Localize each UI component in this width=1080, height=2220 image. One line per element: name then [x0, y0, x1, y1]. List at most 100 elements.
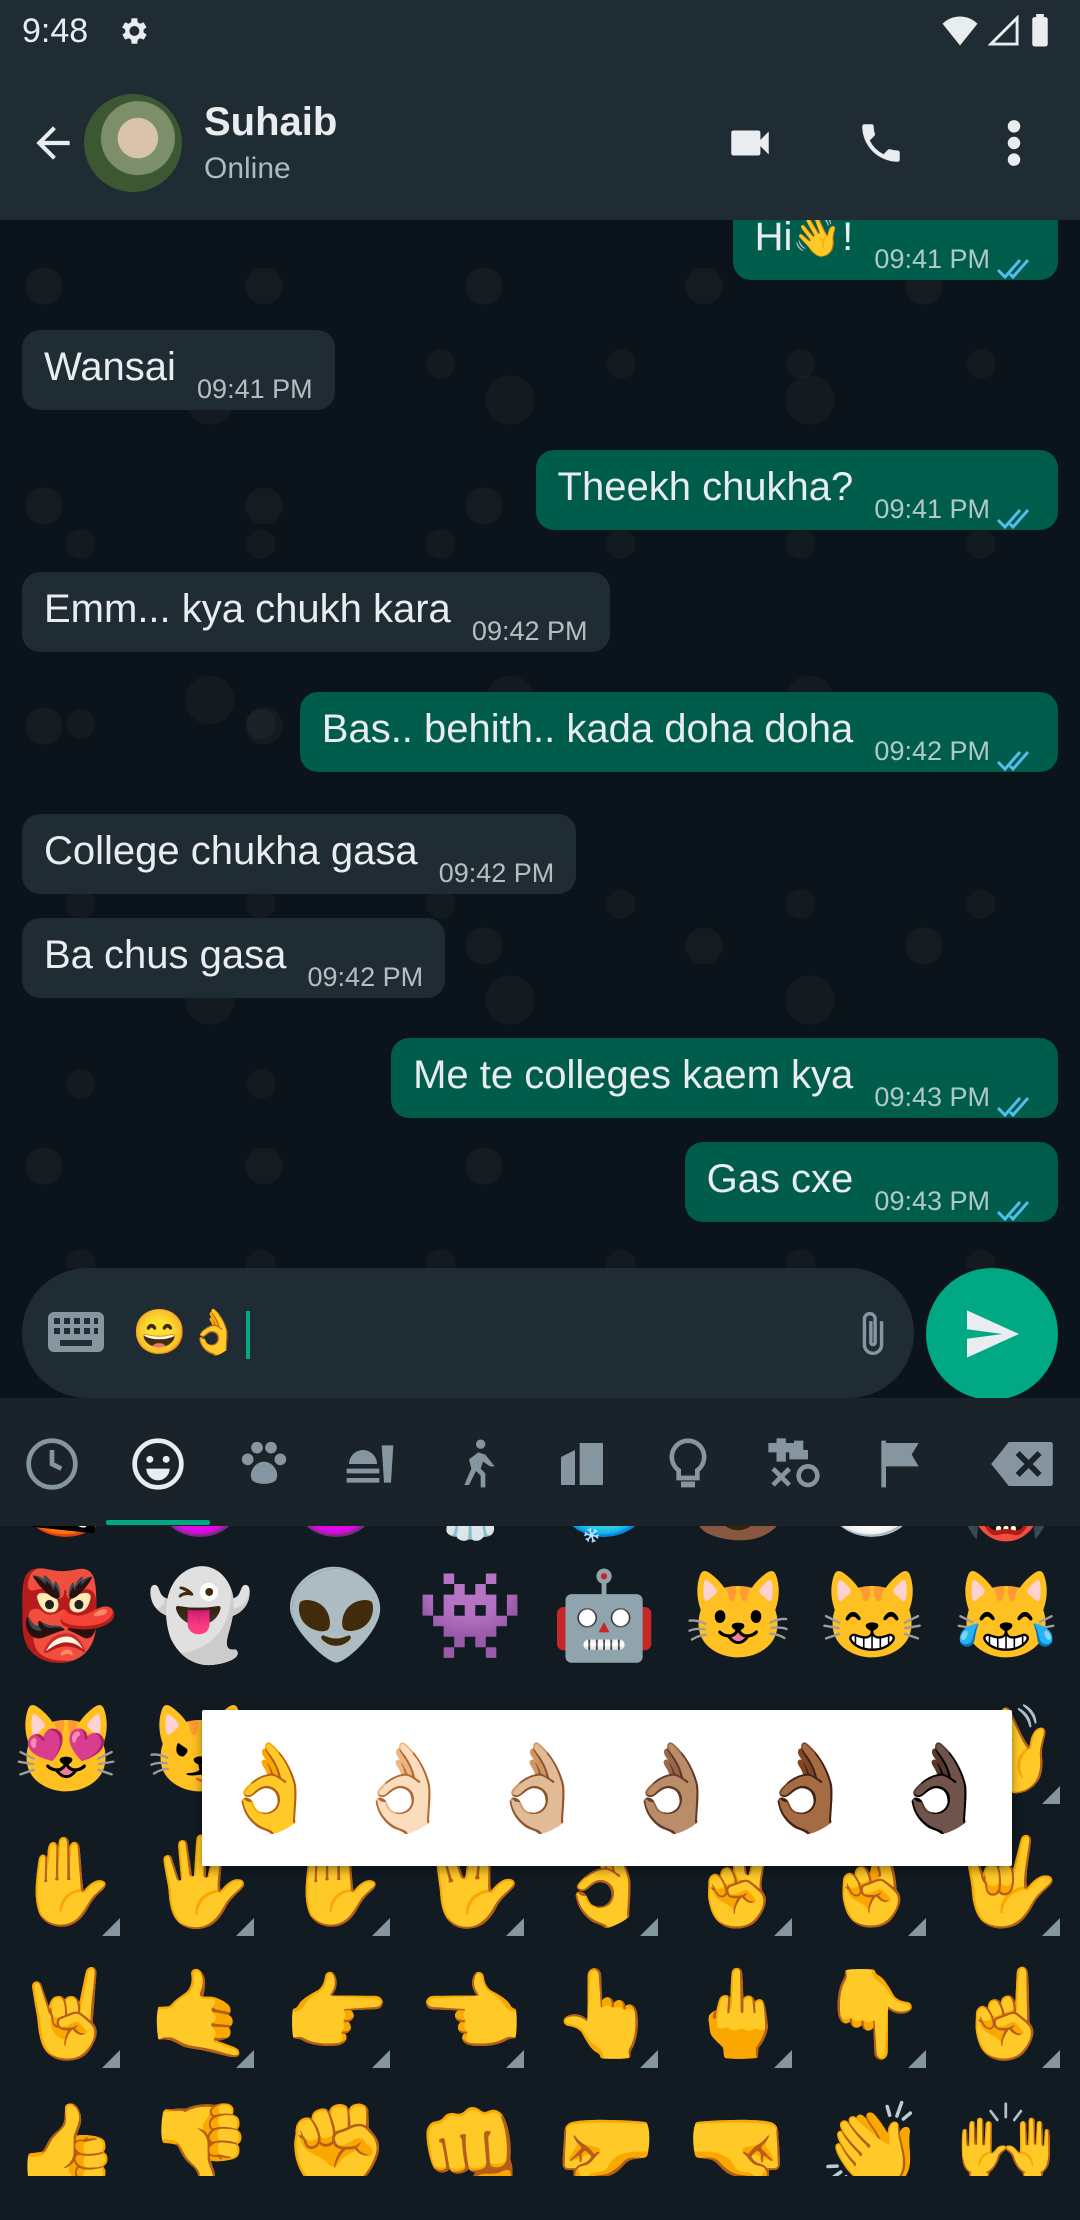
emoji-cell[interactable]: 👆	[544, 1954, 664, 2074]
message-text: Gas cxe	[706, 1157, 854, 1201]
emoji-cell[interactable]: 👹	[946, 1526, 1066, 1554]
emoji-glyph: 👈	[416, 1966, 524, 2062]
message-bubble-outgoing[interactable]: Theekh chukha? 09:41 PM	[535, 450, 1058, 530]
travel-tab-icon[interactable]	[552, 1434, 612, 1494]
read-receipt-icon	[996, 1097, 1030, 1118]
emoji-cell[interactable]: 👻	[140, 1556, 260, 1676]
message-bubble-outgoing[interactable]: Hi👋! 09:41 PM	[732, 220, 1058, 280]
recent-emoji-tab-icon[interactable]	[22, 1434, 82, 1494]
emoji-cell[interactable]: 🤖	[544, 1556, 664, 1676]
emoji-cell[interactable]: 👺	[6, 1556, 126, 1676]
message-bubble-outgoing[interactable]: Gas cxe 09:43 PM	[684, 1142, 1058, 1222]
emoji-cell[interactable]: ✋	[6, 1822, 126, 1942]
message-bubble-incoming[interactable]: Ba chus gasa 09:42 PM	[22, 918, 446, 998]
skin-tone-option[interactable]: 👌🏽	[612, 1728, 732, 1848]
activity-tab-icon[interactable]	[446, 1434, 506, 1494]
contact-avatar[interactable]	[84, 94, 182, 192]
emoji-cell[interactable]: 👾	[410, 1556, 530, 1676]
message-bubble-outgoing[interactable]: Me te colleges kaem kya 09:43 PM	[391, 1038, 1058, 1118]
emoji-cell[interactable]: 👊	[410, 2088, 530, 2176]
skin-tone-indicator	[1042, 1918, 1060, 1936]
emoji-cell[interactable]: 👇	[812, 1954, 932, 2074]
emoji-glyph: 👆	[550, 1966, 658, 2062]
food-tab-icon[interactable]	[340, 1434, 400, 1494]
skin-tone-option[interactable]: 👌🏿	[880, 1728, 1000, 1848]
more-options-icon[interactable]	[1000, 118, 1028, 173]
message-bubble-outgoing[interactable]: Bas.. behith.. kada doha doha 09:42 PM	[299, 692, 1058, 772]
message-time: 09:43 PM	[874, 1082, 990, 1112]
emoji-cell[interactable]: 👍	[6, 2088, 126, 2176]
message-list[interactable]: Hi👋! 09:41 PM Wansai 09:41 PM Theekh chu…	[0, 220, 1080, 1268]
message-input[interactable]: 😄👌	[132, 1306, 250, 1360]
emoji-cell[interactable]: ✊	[276, 2088, 396, 2176]
emoji-cell[interactable]: 🖕	[678, 1954, 798, 2074]
emoji-cell[interactable]: 👏	[812, 2088, 932, 2176]
emoji-cell[interactable]: 😸	[812, 1556, 932, 1676]
emoji-cell[interactable]: 🤡	[812, 1526, 932, 1554]
emoji-cell[interactable]: 🙌	[946, 2088, 1066, 2176]
attach-icon[interactable]	[858, 1308, 888, 1365]
skin-tone-indicator	[774, 2050, 792, 2068]
message-bubble-incoming[interactable]: College chukha gasa 09:42 PM	[22, 814, 577, 894]
emoji-cell[interactable]: 🤜	[678, 2088, 798, 2176]
chat-header: Suhaib Online	[0, 64, 1080, 220]
skin-tone-option[interactable]: 👌🏾	[746, 1728, 866, 1848]
back-arrow-icon[interactable]	[28, 118, 78, 173]
message-bubble-incoming[interactable]: Emm... kya chukh kara 09:42 PM	[22, 572, 610, 652]
keyboard-toggle-icon[interactable]	[48, 1312, 104, 1357]
skin-tone-option[interactable]: 👌🏻	[344, 1728, 464, 1848]
read-receipt-icon	[996, 509, 1030, 530]
skin-tone-picker: 👌 👌🏻 👌🏼 👌🏽 👌🏾 👌🏿	[202, 1710, 1012, 1866]
skin-tone-indicator	[236, 2050, 254, 2068]
emoji-cell[interactable]: 🤘	[6, 1954, 126, 2074]
send-icon	[967, 1310, 1019, 1358]
emoji-glyph: 🤘	[12, 1966, 120, 2062]
emoji-cell[interactable]: 👽	[276, 1556, 396, 1676]
message-time: 09:42 PM	[438, 858, 555, 888]
voice-call-icon[interactable]	[856, 118, 906, 173]
smileys-tab-icon[interactable]	[128, 1434, 188, 1494]
emoji-cell[interactable]: 💩	[678, 1526, 798, 1554]
message-text: Bas.. behith.. kada doha doha	[321, 707, 854, 751]
emoji-cell[interactable]: 💀	[410, 1526, 530, 1554]
read-receipt-icon	[996, 1201, 1030, 1222]
emoji-cell[interactable]: 👉	[276, 1954, 396, 2074]
video-call-icon[interactable]	[724, 118, 776, 173]
emoji-cell[interactable]: 👈	[410, 1954, 530, 2074]
emoji-cell[interactable]: 🤙	[140, 1954, 260, 2074]
emoji-cell[interactable]: 🥶	[544, 1526, 664, 1554]
symbols-tab-icon[interactable]	[764, 1434, 824, 1494]
emoji-cell[interactable]: 🤛	[544, 2088, 664, 2176]
read-receipt-icon	[996, 751, 1030, 772]
flags-tab-icon[interactable]	[870, 1434, 930, 1494]
message-composer[interactable]: 😄👌	[22, 1268, 914, 1398]
animals-tab-icon[interactable]	[234, 1434, 294, 1494]
emoji-cell[interactable]: 😻	[6, 1690, 126, 1810]
status-time: 9:48	[22, 12, 89, 50]
emoji-cell[interactable]: 😹	[946, 1556, 1066, 1676]
message-text: Hi👋!	[754, 220, 854, 259]
objects-tab-icon[interactable]	[658, 1434, 718, 1494]
text-caret	[245, 1311, 250, 1360]
skin-tone-option[interactable]: 👌🏼	[478, 1728, 598, 1848]
emoji-cell[interactable]: 👿	[140, 1526, 260, 1554]
skin-tone-indicator	[640, 2050, 658, 2068]
emoji-cell[interactable]: 😺	[678, 1556, 798, 1676]
contact-name[interactable]: Suhaib	[204, 100, 337, 145]
emoji-glyph: ☝️	[952, 1966, 1060, 2062]
emoji-cell[interactable]: 👎	[140, 2088, 260, 2176]
emoji-glyph: 👉	[282, 1966, 390, 2062]
message-bubble-incoming[interactable]: Wansai 09:41 PM	[22, 330, 335, 410]
message-text: Ba chus gasa	[44, 933, 287, 977]
skin-tone-option[interactable]: 👌	[210, 1728, 330, 1848]
message-text: Emm... kya chukh kara	[44, 587, 451, 631]
skin-tone-indicator	[908, 2050, 926, 2068]
emoji-cell[interactable]: 🤬	[6, 1526, 126, 1554]
skin-tone-indicator	[236, 1918, 254, 1936]
active-category-indicator	[106, 1520, 210, 1525]
emoji-cell[interactable]: 😈	[276, 1526, 396, 1554]
emoji-cell[interactable]: ☝️	[946, 1954, 1066, 2074]
message-time: 09:43 PM	[874, 1186, 990, 1216]
backspace-icon[interactable]	[984, 1434, 1060, 1494]
send-button[interactable]	[926, 1268, 1058, 1400]
